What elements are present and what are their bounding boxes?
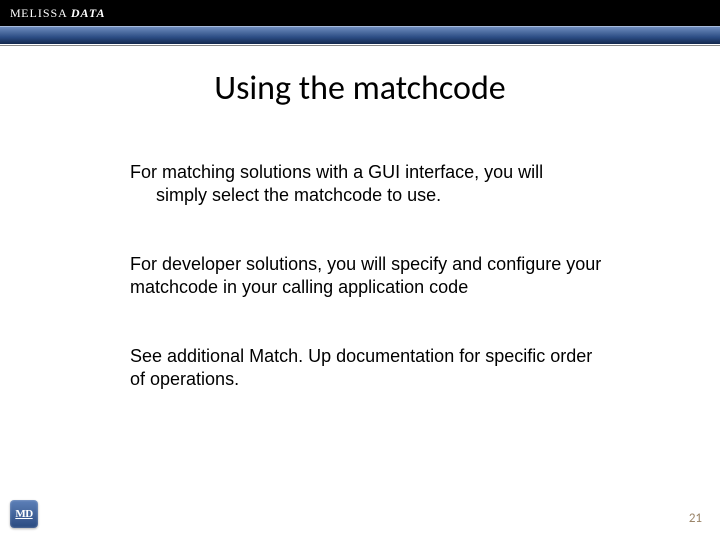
- brand-logo: MELISSADATA: [10, 6, 106, 21]
- brand-suffix: DATA: [71, 6, 106, 20]
- slide: MELISSADATA Using the matchcode For matc…: [0, 0, 720, 540]
- paragraph-2: For developer solutions, you will specif…: [130, 253, 610, 299]
- page-number: 21: [689, 511, 702, 526]
- slide-body: For matching solutions with a GUI interf…: [0, 161, 720, 391]
- brand-name: ELISSA: [21, 6, 68, 20]
- top-bar: MELISSADATA: [0, 0, 720, 26]
- md-badge-icon: MD: [10, 500, 38, 528]
- header-divider: [0, 45, 720, 46]
- paragraph-1-line-2: simply select the matchcode to use.: [130, 184, 610, 207]
- paragraph-1-line-1: For matching solutions with a GUI interf…: [130, 162, 543, 182]
- brand-prefix: M: [10, 6, 21, 20]
- paragraph-1: For matching solutions with a GUI interf…: [130, 161, 610, 207]
- slide-title: Using the matchcode: [0, 68, 720, 109]
- paragraph-3: See additional Match. Up documentation f…: [130, 345, 610, 391]
- header-stripe: [0, 26, 720, 44]
